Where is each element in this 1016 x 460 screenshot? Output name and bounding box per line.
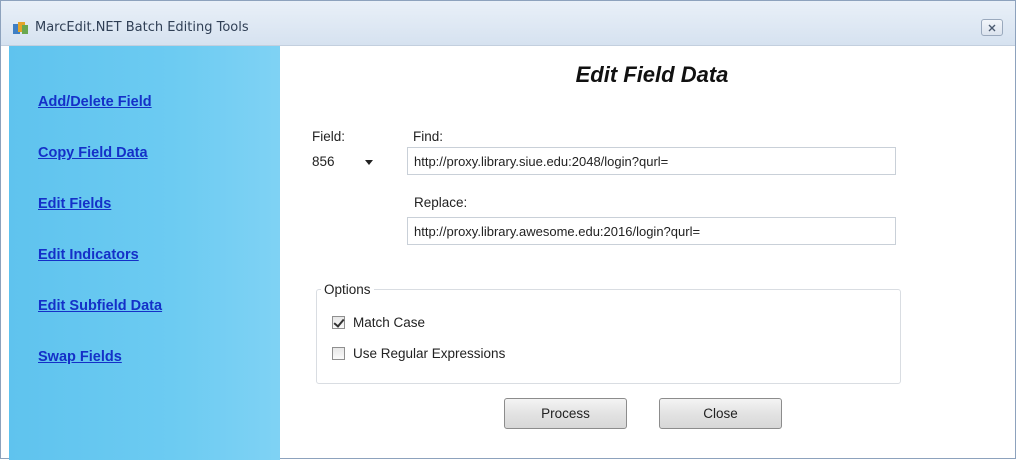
regex-option[interactable]: Use Regular Expressions <box>332 344 505 362</box>
replace-label: Replace: <box>414 195 468 210</box>
field-dropdown[interactable]: 856 <box>312 151 380 173</box>
match-case-option[interactable]: Match Case <box>332 313 425 331</box>
app-icon <box>13 22 28 34</box>
main-panel: Edit Field Data Field: 856 Find: http://… <box>280 46 1014 458</box>
chevron-down-icon <box>365 160 373 165</box>
close-icon <box>988 24 996 31</box>
sidebar-item-edit-subfield-data[interactable]: Edit Subfield Data <box>38 298 162 314</box>
window-close-button[interactable] <box>981 19 1003 36</box>
match-case-checkbox[interactable] <box>332 315 345 329</box>
close-button[interactable]: Close <box>659 398 782 429</box>
title-bar[interactable]: MarcEdit.NET Batch Editing Tools <box>1 1 1015 46</box>
process-button[interactable]: Process <box>504 398 627 429</box>
replace-input[interactable]: http://proxy.library.awesome.edu:2016/lo… <box>407 217 896 245</box>
sidebar-item-edit-indicators[interactable]: Edit Indicators <box>38 247 139 263</box>
find-label: Find: <box>413 129 444 144</box>
sidebar-item-edit-fields[interactable]: Edit Fields <box>38 196 111 212</box>
match-case-label: Match Case <box>353 314 426 330</box>
options-title: Options <box>321 282 374 297</box>
sidebar-item-add-delete-field[interactable]: Add/Delete Field <box>38 94 152 110</box>
options-group <box>316 289 901 384</box>
batch-editing-window: MarcEdit.NET Batch Editing Tools Add/Del… <box>0 0 1016 460</box>
sidebar-item-swap-fields[interactable]: Swap Fields <box>38 349 122 365</box>
window-title: MarcEdit.NET Batch Editing Tools <box>35 20 249 35</box>
field-label: Field: <box>312 129 346 144</box>
sidebar-item-copy-field-data[interactable]: Copy Field Data <box>38 145 148 161</box>
regex-checkbox[interactable] <box>332 346 345 360</box>
sidebar: Add/Delete Field Copy Field Data Edit Fi… <box>9 46 280 460</box>
checkmark-icon <box>333 315 345 328</box>
field-dropdown-value: 856 <box>312 154 335 169</box>
page-title: Edit Field Data <box>575 62 729 87</box>
find-input[interactable]: http://proxy.library.siue.edu:2048/login… <box>407 147 896 175</box>
regex-label: Use Regular Expressions <box>353 345 506 361</box>
